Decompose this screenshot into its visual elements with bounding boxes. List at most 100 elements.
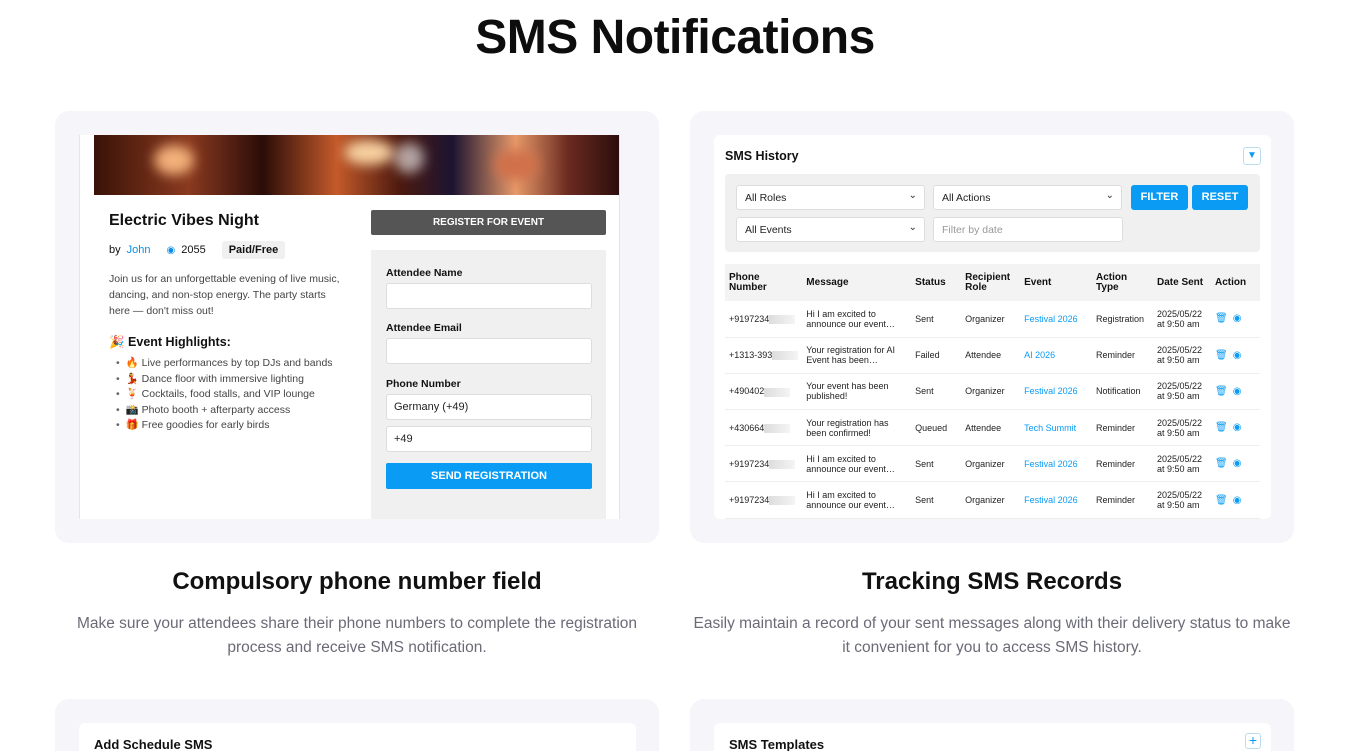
register-for-event-button[interactable]: REGISTER FOR EVENT — [371, 210, 606, 235]
message-cell: Your registration for AI Event has been… — [802, 337, 912, 374]
phone-cell: +9197234 — [725, 445, 803, 483]
date-filter-input[interactable]: Filter by date — [933, 217, 1123, 242]
event-title: Electric Vibes Night — [109, 212, 259, 229]
sms-history-title: SMS History — [725, 149, 799, 163]
status-cell: Sent — [911, 301, 962, 338]
trash-icon[interactable]: 🗑 — [1215, 495, 1228, 506]
column-header: Status — [911, 264, 962, 301]
phone-number-text: +1313-393 — [729, 350, 773, 361]
event-link[interactable]: Tech Summit — [1020, 409, 1093, 447]
attendee-email-label: Attendee Email — [386, 322, 462, 334]
redacted-digits — [764, 387, 791, 397]
phone-cell: +9197234 — [725, 301, 803, 338]
event-banner-image — [94, 135, 619, 195]
eye-icon[interactable]: ◉ — [1233, 350, 1242, 361]
eye-icon[interactable]: ◉ — [1233, 495, 1242, 506]
phone-number-text: +490402 — [729, 386, 765, 397]
phone-number-text: +9197234 — [729, 313, 770, 324]
action-cell: 🗑 ◉ — [1210, 409, 1260, 447]
status-cell: Sent — [911, 373, 962, 411]
roles-select-value: All Roles — [745, 192, 787, 204]
message-cell: Your event has been published! — [802, 373, 912, 411]
send-registration-button[interactable]: SEND REGISTRATION — [386, 463, 592, 489]
status-cell: Sent — [911, 445, 962, 483]
event-link[interactable]: Festival 2026 — [1020, 481, 1093, 519]
author-link[interactable]: John — [127, 244, 151, 256]
date-cell: 2025/05/22 at 9:50 am — [1153, 445, 1211, 483]
phone-number-input[interactable]: +49 — [386, 426, 592, 452]
action-type-cell: Reminder — [1092, 337, 1153, 374]
role-cell: Organizer — [961, 301, 1021, 338]
eye-icon[interactable]: ◉ — [1233, 386, 1242, 397]
eye-icon[interactable]: ◉ — [1233, 313, 1242, 324]
role-cell: Organizer — [961, 373, 1021, 411]
event-registration-preview: Electric Vibes Night by John ◉ 2055 Paid… — [79, 135, 620, 519]
message-cell: Hi I am excited to announce our event… — [802, 445, 912, 483]
trash-icon[interactable]: 🗑 — [1215, 350, 1228, 361]
trash-icon[interactable]: 🗑 — [1215, 386, 1228, 397]
attendee-name-input[interactable] — [386, 283, 592, 309]
filter-icon[interactable]: ▼ — [1243, 147, 1261, 165]
chevron-down-icon: ⌄ — [908, 222, 917, 233]
roles-select[interactable]: All Roles ⌄ — [736, 185, 925, 210]
event-link[interactable]: Festival 2026 — [1020, 301, 1093, 338]
column-header: Phone Number — [725, 264, 803, 301]
country-code-select[interactable]: Germany (+49) — [386, 394, 592, 420]
feature-title-phone-field: Compulsory phone number field — [172, 568, 542, 595]
column-header: Message — [802, 264, 912, 301]
highlight-item: 🍹 Cocktails, food stalls, and VIP lounge — [116, 387, 333, 403]
role-cell: Attendee — [961, 337, 1021, 374]
action-type-cell: Reminder — [1092, 409, 1153, 447]
plus-icon[interactable]: + — [1245, 733, 1261, 749]
date-cell: 2025/05/22 at 9:50 am — [1153, 409, 1211, 447]
status-cell: Queued — [911, 409, 962, 447]
trash-icon[interactable]: 🗑 — [1215, 313, 1228, 324]
column-header: Date Sent — [1153, 264, 1211, 301]
action-type-cell: Registration — [1092, 301, 1153, 338]
event-link[interactable]: Festival 2026 — [1020, 445, 1093, 483]
action-cell: 🗑 ◉ — [1210, 445, 1260, 483]
trash-icon[interactable]: 🗑 — [1215, 422, 1228, 433]
events-select[interactable]: All Events ⌄ — [736, 217, 925, 242]
filter-button[interactable]: FILTER — [1131, 185, 1188, 210]
feature-panel-phone-field: Electric Vibes Night by John ◉ 2055 Paid… — [55, 111, 659, 543]
attendee-email-input[interactable] — [386, 338, 592, 364]
phone-cell: +1313-393 — [725, 337, 803, 374]
eye-icon[interactable]: ◉ — [1233, 422, 1242, 433]
action-type-cell: Notification — [1092, 373, 1153, 411]
action-type-cell: Reminder — [1092, 481, 1153, 519]
phone-number-label: Phone Number — [386, 378, 461, 390]
action-cell: 🗑 ◉ — [1210, 301, 1260, 338]
feature-panel-sms-templates: + SMS Templates — [690, 699, 1294, 751]
message-cell: Hi I am excited to announce our event… — [802, 301, 912, 338]
table-row: +1313-393 Your registration for AI Event … — [725, 337, 1260, 374]
actions-select[interactable]: All Actions ⌄ — [933, 185, 1122, 210]
message-cell: Your registration has been confirmed! — [802, 409, 912, 447]
view-count: 2055 — [181, 244, 206, 256]
action-cell: 🗑 ◉ — [1210, 373, 1260, 411]
action-type-cell: Reminder — [1092, 445, 1153, 483]
registration-form: Attendee Name Attendee Email Phone Numbe… — [371, 250, 606, 519]
eye-icon[interactable]: ◉ — [1233, 458, 1242, 469]
highlight-item: 🎁 Free goodies for early birds — [116, 418, 333, 434]
trash-icon[interactable]: 🗑 — [1215, 458, 1228, 469]
events-select-value: All Events — [745, 224, 792, 236]
phone-cell: +9197234 — [725, 481, 803, 519]
sms-history-preview: SMS History ▼ All Roles ⌄ All Actions ⌄ … — [714, 135, 1271, 519]
date-cell: 2025/05/22 at 9:50 am — [1153, 301, 1211, 338]
page-title: SMS Notifications — [475, 11, 875, 64]
event-link[interactable]: AI 2026 — [1020, 337, 1093, 374]
table-row: +490402 Your event has been published! Sen… — [725, 373, 1260, 411]
phone-number-text: +9197234 — [729, 494, 770, 505]
column-header: Event — [1020, 264, 1093, 301]
event-link[interactable]: Festival 2026 — [1020, 373, 1093, 411]
reset-button[interactable]: RESET — [1192, 185, 1248, 210]
redacted-digits — [769, 314, 796, 324]
feature-description-phone-field: Make sure your attendees share their pho… — [76, 615, 638, 656]
role-cell: Attendee — [961, 409, 1021, 447]
redacted-digits — [769, 496, 796, 506]
redacted-digits — [769, 459, 796, 469]
table-header-row: Phone Number Message Status Recipient Ro… — [725, 264, 1260, 301]
phone-cell: +490402 — [725, 373, 803, 411]
redacted-digits — [772, 351, 799, 361]
